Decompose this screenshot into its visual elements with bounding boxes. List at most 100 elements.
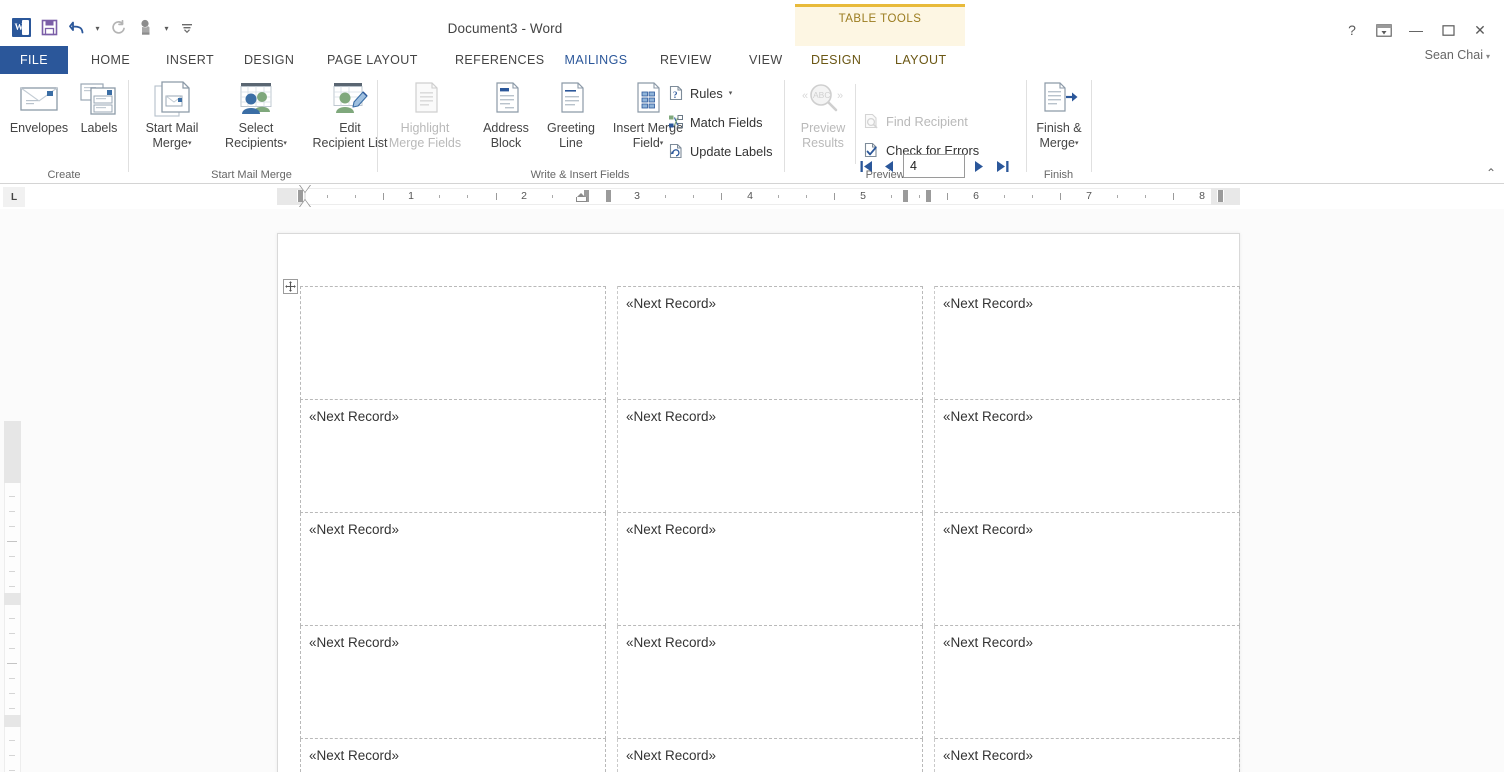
vertical-ruler[interactable] bbox=[4, 421, 21, 772]
label-cell[interactable]: «Next Record» bbox=[934, 625, 1240, 739]
mail-merge-labels-table[interactable]: «Next Record» «Next Record» «Next Record… bbox=[300, 286, 1240, 772]
finish-and-merge-caret[interactable]: ▾ bbox=[1075, 140, 1079, 147]
rules-caret[interactable]: ▾ bbox=[729, 89, 733, 97]
label-cell[interactable]: «Next Record» bbox=[617, 399, 923, 513]
next-record-button[interactable] bbox=[970, 156, 988, 176]
ruler-number-5: 5 bbox=[860, 190, 866, 202]
table-tools-label: TABLE TOOLS bbox=[838, 13, 922, 25]
column-marker-6[interactable] bbox=[1217, 190, 1224, 202]
merge-field: «Next Record» bbox=[943, 748, 1034, 763]
start-mail-merge-icon bbox=[150, 78, 194, 118]
label-cell[interactable]: «Next Record» bbox=[300, 625, 606, 739]
ribbon-group-finish: Finish & Merge▾ Finish bbox=[1027, 74, 1090, 184]
svg-text:?: ? bbox=[673, 90, 678, 100]
select-recipients-caret[interactable]: ▾ bbox=[283, 140, 287, 147]
label-cell[interactable] bbox=[300, 286, 606, 400]
horizontal-ruler[interactable]: 1 2 3 4 5 6 7 8 bbox=[277, 185, 1240, 207]
label-cell[interactable]: «Next Record» bbox=[934, 512, 1240, 626]
label-cell[interactable]: «Next Record» bbox=[617, 625, 923, 739]
find-recipient-icon bbox=[863, 113, 880, 129]
tab-references[interactable]: REFERENCES bbox=[444, 46, 555, 74]
merge-field: «Next Record» bbox=[943, 296, 1034, 311]
gutter-cell bbox=[605, 625, 618, 739]
tab-stop-selector[interactable]: L bbox=[3, 187, 25, 207]
tab-insert[interactable]: INSERT bbox=[155, 46, 225, 74]
tab-mailings[interactable]: MAILINGS bbox=[548, 46, 644, 74]
start-mail-merge-caret[interactable]: ▾ bbox=[188, 140, 192, 147]
column-marker-3[interactable] bbox=[605, 190, 612, 202]
table-row[interactable]: «Next Record» «Next Record» «Next Record… bbox=[300, 512, 1240, 626]
table-row[interactable]: «Next Record» «Next Record» «Next Record… bbox=[300, 738, 1240, 772]
label-cell[interactable]: «Next Record» bbox=[934, 738, 1240, 772]
greeting-line-button[interactable]: Greeting Line bbox=[540, 78, 602, 151]
table-row[interactable]: «Next Record» «Next Record» «Next Record… bbox=[300, 625, 1240, 739]
tab-review[interactable]: REVIEW bbox=[649, 46, 723, 74]
preview-results-icon: ABC « » bbox=[800, 78, 846, 118]
merge-field: «Next Record» bbox=[309, 522, 400, 537]
close-button[interactable]: ✕ bbox=[1464, 18, 1496, 42]
first-record-button[interactable] bbox=[857, 156, 875, 176]
update-labels-button[interactable]: Update Labels bbox=[668, 143, 773, 159]
merge-field: «Next Record» bbox=[309, 409, 400, 424]
highlight-merge-fields-label: Highlight Merge Fields bbox=[388, 121, 462, 150]
word-application-window: W ▾ ▾ Document3 - Word TABLE TOOLS ? — ✕… bbox=[0, 0, 1504, 772]
label-cell[interactable]: «Next Record» bbox=[934, 286, 1240, 400]
insert-merge-field-caret[interactable]: ▾ bbox=[660, 140, 664, 147]
label-cell[interactable]: «Next Record» bbox=[300, 738, 606, 772]
merge-field: «Next Record» bbox=[626, 409, 717, 424]
indent-marker-left[interactable] bbox=[299, 185, 311, 207]
label-cell[interactable]: «Next Record» bbox=[934, 399, 1240, 513]
tab-table-tools-layout[interactable]: LAYOUT bbox=[884, 46, 958, 74]
minimize-button[interactable]: — bbox=[1400, 18, 1432, 42]
table-row[interactable]: «Next Record» «Next Record» bbox=[300, 286, 1240, 400]
tab-file[interactable]: FILE bbox=[0, 46, 68, 74]
label-cell[interactable]: «Next Record» bbox=[617, 512, 923, 626]
help-icon[interactable]: ? bbox=[1336, 18, 1368, 42]
update-labels-icon bbox=[668, 143, 684, 159]
merge-field: «Next Record» bbox=[309, 635, 400, 650]
last-record-button[interactable] bbox=[993, 156, 1011, 176]
label-cell[interactable]: «Next Record» bbox=[300, 399, 606, 513]
select-recipients-button[interactable]: Select Recipients▾ bbox=[213, 78, 299, 151]
column-marker-5[interactable] bbox=[925, 190, 932, 202]
collapse-ribbon-button[interactable]: ⌃ bbox=[1486, 166, 1496, 180]
ribbon-tab-strip: FILE HOME INSERT DESIGN PAGE LAYOUT REFE… bbox=[0, 46, 1504, 74]
start-mail-merge-button[interactable]: Start Mail Merge▾ bbox=[133, 78, 211, 151]
document-page[interactable]: «Next Record» «Next Record» «Next Record… bbox=[277, 233, 1240, 772]
address-block-button[interactable]: Address Block bbox=[474, 78, 538, 151]
previous-record-button[interactable] bbox=[880, 156, 898, 176]
label-cell[interactable]: «Next Record» bbox=[617, 738, 923, 772]
contextual-tools-banner: TABLE TOOLS bbox=[795, 4, 965, 46]
record-number-input[interactable]: 4 bbox=[903, 154, 965, 178]
update-labels-label: Update Labels bbox=[690, 143, 773, 159]
group-title-finish: Finish bbox=[1043, 169, 1074, 181]
rules-label: Rules bbox=[690, 85, 723, 101]
ribbon-display-options-icon[interactable] bbox=[1368, 18, 1400, 42]
label-cell[interactable]: «Next Record» bbox=[300, 512, 606, 626]
match-fields-button[interactable]: Match Fields bbox=[668, 114, 763, 130]
svg-text:ABC: ABC bbox=[813, 90, 830, 100]
move-table-icon[interactable] bbox=[283, 279, 298, 294]
rules-button[interactable]: ? Rules ▾ bbox=[668, 85, 732, 101]
group-title-start-mail-merge: Start Mail Merge bbox=[211, 169, 292, 181]
tab-page-layout[interactable]: PAGE LAYOUT bbox=[316, 46, 429, 74]
title-bar: W ▾ ▾ Document3 - Word TABLE TOOLS ? — ✕… bbox=[0, 0, 1504, 62]
table-row[interactable]: «Next Record» «Next Record» «Next Record… bbox=[300, 399, 1240, 513]
maximize-button[interactable] bbox=[1432, 18, 1464, 42]
indent-marker-first-line[interactable] bbox=[576, 193, 587, 202]
preview-results-button: ABC « » Preview Results bbox=[790, 78, 856, 151]
column-marker-4[interactable] bbox=[902, 190, 909, 202]
labels-button[interactable]: Labels bbox=[74, 78, 124, 136]
envelopes-button[interactable]: Envelopes bbox=[6, 78, 72, 136]
tab-home[interactable]: HOME bbox=[80, 46, 141, 74]
select-recipients-label: Select Recipients▾ bbox=[225, 121, 287, 150]
ribbon-group-create: Envelopes Labels Create bbox=[0, 74, 128, 184]
svg-text:«: « bbox=[802, 90, 808, 102]
tab-design[interactable]: DESIGN bbox=[233, 46, 305, 74]
tab-table-tools-design[interactable]: DESIGN bbox=[800, 46, 872, 74]
document-title: Document3 - Word bbox=[447, 21, 563, 36]
ruler-number-3: 3 bbox=[634, 190, 640, 202]
finish-and-merge-button[interactable]: Finish & Merge▾ bbox=[1029, 78, 1089, 151]
label-cell[interactable]: «Next Record» bbox=[617, 286, 923, 400]
tab-view[interactable]: VIEW bbox=[738, 46, 794, 74]
